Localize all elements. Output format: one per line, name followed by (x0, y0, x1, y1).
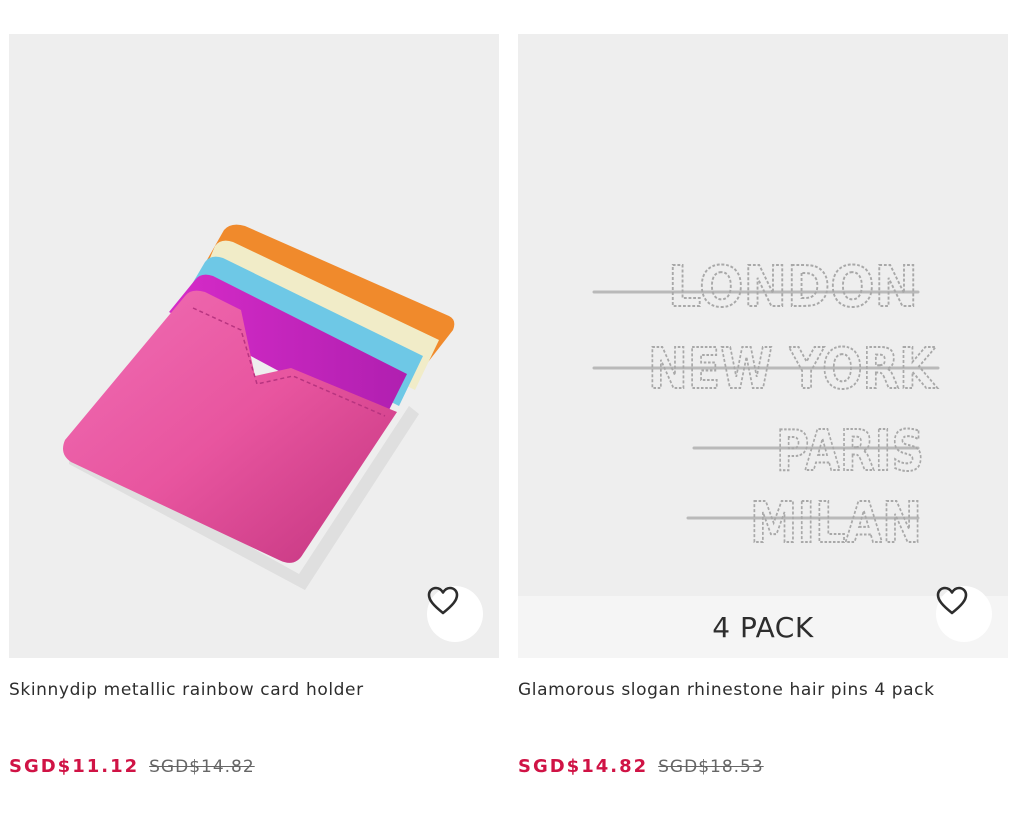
heart-icon (936, 586, 968, 615)
product-image-card-holder[interactable] (9, 34, 499, 658)
save-for-later-button[interactable] (427, 586, 483, 642)
pack-size-banner: 4 PACK (518, 596, 1008, 658)
pin-word-new-york: NEW YORK (648, 337, 938, 402)
product-image-hair-pins[interactable]: LONDON NEW YORK PARIS MILAN 4 PACK (518, 34, 1008, 658)
save-for-later-button[interactable] (936, 586, 992, 642)
pin-word-london: LONDON (668, 255, 918, 320)
card-holder-image (63, 224, 455, 590)
price-row: SGD$14.82 SGD$18.53 (518, 756, 1008, 777)
sale-price: SGD$11.12 (9, 756, 140, 777)
product-card-card-holder[interactable]: Skinnydip metallic rainbow card holder S… (9, 34, 499, 777)
original-price: SGD$14.82 (149, 757, 255, 777)
hair-pins-image: LONDON NEW YORK PARIS MILAN (592, 254, 940, 557)
original-price: SGD$18.53 (658, 757, 764, 777)
sale-price: SGD$14.82 (518, 756, 649, 777)
product-title[interactable]: Skinnydip metallic rainbow card holder (9, 678, 499, 702)
product-card-hair-pins[interactable]: LONDON NEW YORK PARIS MILAN 4 PACK Glamo… (518, 34, 1008, 777)
price-row: SGD$11.12 SGD$14.82 (9, 756, 499, 777)
product-title[interactable]: Glamorous slogan rhinestone hair pins 4 … (518, 678, 1008, 702)
heart-icon (427, 586, 459, 615)
pin-word-milan: MILAN (750, 491, 922, 556)
pin-word-paris: PARIS (776, 419, 924, 484)
